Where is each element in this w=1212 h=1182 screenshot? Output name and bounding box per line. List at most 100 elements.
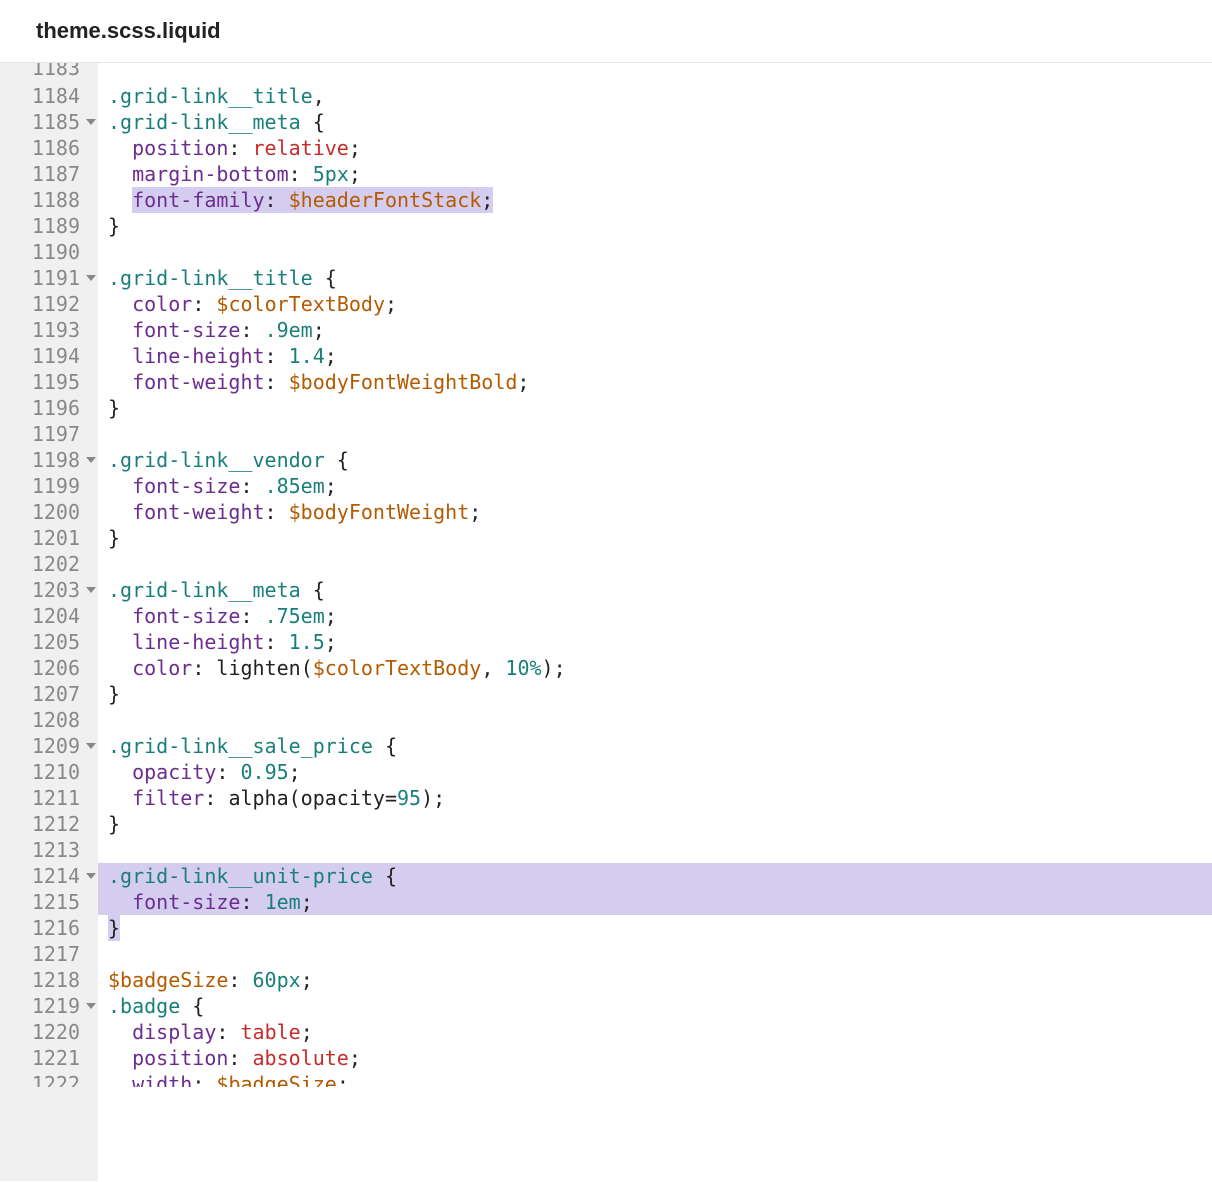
code-line[interactable]: } (98, 915, 1212, 941)
code-line[interactable]: line-height: 1.5; (98, 629, 1212, 655)
code-line[interactable]: .grid-link__title { (98, 265, 1212, 291)
code-line[interactable]: .grid-link__meta { (98, 109, 1212, 135)
file-tab-header: theme.scss.liquid (0, 0, 1212, 63)
token-prop: font-size (132, 318, 240, 342)
code-line[interactable]: font-size: .75em; (98, 603, 1212, 629)
code-content[interactable]: .grid-link__title,.grid-link__meta { pos… (98, 63, 1212, 1181)
token-prop: color (132, 656, 192, 680)
line-number: 1191 (0, 265, 98, 291)
token-punc: } (108, 526, 120, 550)
token-sel: .grid-link__unit-price (108, 864, 373, 888)
code-line[interactable]: font-weight: $bodyFontWeightBold; (98, 369, 1212, 395)
line-number: 1217 (0, 941, 98, 967)
code-line[interactable] (98, 551, 1212, 577)
token-prop: font-size (132, 474, 240, 498)
token-punc: ; (481, 188, 493, 212)
token-prop: margin-bottom (132, 162, 289, 186)
token-punc: : (240, 890, 264, 914)
token-punc: : (216, 1020, 240, 1044)
fold-toggle-icon[interactable] (86, 119, 96, 125)
line-number: 1192 (0, 291, 98, 317)
token-punc: } (108, 396, 120, 420)
token-txt (108, 760, 132, 784)
token-prop: font-weight (132, 500, 264, 524)
token-txt (108, 474, 132, 498)
code-line[interactable]: .grid-link__sale_price { (98, 733, 1212, 759)
token-txt (108, 656, 132, 680)
code-line[interactable]: display: table; (98, 1019, 1212, 1045)
token-txt (108, 136, 132, 160)
code-line[interactable]: .grid-link__vendor { (98, 447, 1212, 473)
token-punc: : (192, 1072, 216, 1087)
line-number: 1212 (0, 811, 98, 837)
code-line[interactable]: font-family: $headerFontStack; (98, 187, 1212, 213)
code-line[interactable] (98, 239, 1212, 265)
code-line[interactable] (98, 707, 1212, 733)
fold-toggle-icon[interactable] (86, 873, 96, 879)
code-line[interactable] (98, 837, 1212, 863)
token-punc: ; (313, 318, 325, 342)
code-line[interactable] (98, 941, 1212, 967)
fold-toggle-icon[interactable] (86, 1003, 96, 1009)
token-punc: { (373, 734, 397, 758)
code-line[interactable]: .grid-link__title, (98, 83, 1212, 109)
fold-toggle-icon[interactable] (86, 457, 96, 463)
token-txt (108, 604, 132, 628)
code-line[interactable]: $badgeSize: 60px; (98, 967, 1212, 993)
token-txt (108, 162, 132, 186)
code-line[interactable]: margin-bottom: 5px; (98, 161, 1212, 187)
code-line[interactable]: color: lighten($colorTextBody, 10%); (98, 655, 1212, 681)
code-line[interactable]: } (98, 811, 1212, 837)
line-number: 1214 (0, 863, 98, 889)
token-txt (108, 318, 132, 342)
fold-toggle-icon[interactable] (86, 275, 96, 281)
line-number: 1193 (0, 317, 98, 343)
code-line[interactable]: color: $colorTextBody; (98, 291, 1212, 317)
token-punc: : (192, 656, 216, 680)
code-line[interactable]: .badge { (98, 993, 1212, 1019)
code-line[interactable]: position: absolute; (98, 1045, 1212, 1071)
code-editor[interactable]: 1183118411851186118711881189119011911192… (0, 63, 1212, 1181)
code-line[interactable]: opacity: 0.95; (98, 759, 1212, 785)
code-line[interactable]: font-size: .9em; (98, 317, 1212, 343)
code-line[interactable] (98, 63, 1212, 83)
code-line[interactable]: } (98, 681, 1212, 707)
fold-toggle-icon[interactable] (86, 743, 96, 749)
code-line[interactable]: .grid-link__meta { (98, 577, 1212, 603)
token-punc: ; (349, 1046, 361, 1070)
line-number-gutter: 1183118411851186118711881189119011911192… (0, 63, 98, 1181)
token-prop: display (132, 1020, 216, 1044)
token-txt (108, 890, 132, 914)
token-prop: font-size (132, 890, 240, 914)
fold-toggle-icon[interactable] (86, 587, 96, 593)
token-txt (108, 292, 132, 316)
token-fn: lighten( (216, 656, 312, 680)
code-line[interactable]: width: $badgeSize; (98, 1071, 1212, 1087)
code-line[interactable]: line-height: 1.4; (98, 343, 1212, 369)
code-line[interactable]: position: relative; (98, 135, 1212, 161)
token-txt (108, 630, 132, 654)
code-line[interactable]: } (98, 525, 1212, 551)
code-line[interactable]: } (98, 395, 1212, 421)
code-line[interactable] (98, 421, 1212, 447)
selection-highlight: font-family: $headerFontStack; (132, 187, 493, 213)
token-sel: .grid-link__title (108, 84, 313, 108)
code-line[interactable]: } (98, 213, 1212, 239)
code-line[interactable]: font-weight: $bodyFontWeight; (98, 499, 1212, 525)
token-punc: { (301, 578, 325, 602)
token-punc: : (228, 136, 252, 160)
token-punc: } (108, 214, 120, 238)
line-number: 1188 (0, 187, 98, 213)
code-line[interactable]: font-size: 1em; (98, 889, 1212, 915)
code-line[interactable]: font-size: .85em; (98, 473, 1212, 499)
token-sel: .grid-link__sale_price (108, 734, 373, 758)
line-number: 1186 (0, 135, 98, 161)
line-number: 1196 (0, 395, 98, 421)
token-num: 10% (505, 656, 541, 680)
line-number: 1210 (0, 759, 98, 785)
code-line[interactable]: .grid-link__unit-price { (98, 863, 1212, 889)
token-punc: : (265, 500, 289, 524)
token-prop: font-weight (132, 370, 264, 394)
line-number: 1222 (0, 1071, 98, 1087)
code-line[interactable]: filter: alpha(opacity=95); (98, 785, 1212, 811)
